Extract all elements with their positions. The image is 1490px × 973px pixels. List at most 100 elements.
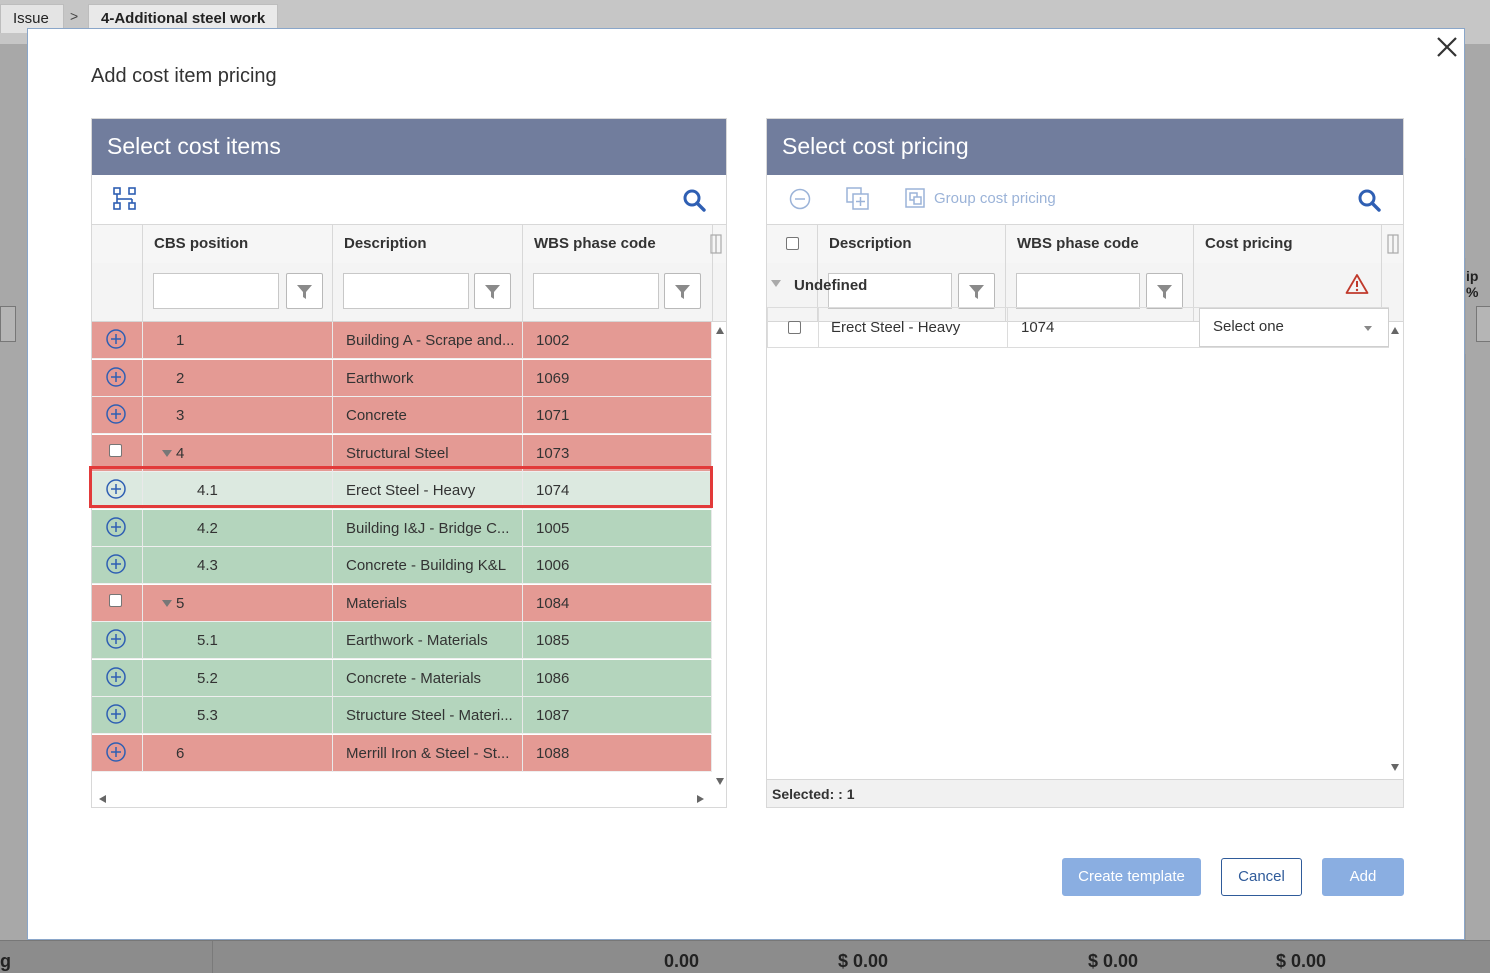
wbs-phase-code-cell: 1085 bbox=[523, 622, 712, 659]
table-row[interactable]: 2 Earthwork 1069 bbox=[92, 359, 712, 397]
wbs-phase-code-cell: 1002 bbox=[523, 322, 712, 359]
row-control-cell bbox=[92, 697, 143, 734]
expand-arrow-icon[interactable] bbox=[162, 450, 172, 458]
header-description[interactable]: Description bbox=[818, 225, 1006, 263]
row-control-cell bbox=[92, 359, 143, 397]
select-all-checkbox[interactable] bbox=[786, 237, 799, 250]
header-wbs-phase-code[interactable]: WBS phase code bbox=[523, 225, 713, 263]
add-circle-icon[interactable] bbox=[106, 741, 126, 762]
copy-add-icon[interactable] bbox=[846, 187, 870, 211]
table-row[interactable]: 5.1 Earthwork - Materials 1085 bbox=[92, 622, 712, 659]
wbs-phase-code-cell: 1005 bbox=[523, 509, 712, 547]
scroll-up-arrow[interactable] bbox=[1391, 327, 1399, 334]
selected-count-status: Selected: : 1 bbox=[767, 779, 1403, 807]
pricing-row[interactable]: Erect Steel - Heavy 1074 Select one bbox=[767, 307, 1389, 348]
warning-icon bbox=[1345, 274, 1369, 294]
header-cbs-position[interactable]: CBS position bbox=[143, 225, 333, 263]
scroll-right-arrow[interactable] bbox=[697, 795, 704, 803]
group-icon[interactable] bbox=[905, 188, 925, 208]
filter-control-cell bbox=[92, 263, 143, 321]
pricing-row-wbs: 1074 bbox=[1021, 319, 1055, 336]
expand-arrow-icon[interactable] bbox=[162, 600, 172, 608]
wbs-filter-button[interactable] bbox=[664, 273, 701, 309]
pricing-row-description: Erect Steel - Heavy bbox=[831, 319, 961, 336]
add-button[interactable]: Add bbox=[1322, 858, 1404, 896]
create-template-button[interactable]: Create template bbox=[1062, 858, 1201, 896]
close-icon[interactable] bbox=[1434, 34, 1460, 60]
filter-cbs-cell bbox=[143, 263, 333, 321]
row-control-cell bbox=[92, 622, 143, 659]
cbs-position-filter-input[interactable] bbox=[153, 273, 279, 309]
cbs-position-filter-button[interactable] bbox=[286, 273, 323, 309]
add-circle-icon[interactable] bbox=[106, 366, 126, 387]
search-icon[interactable] bbox=[1357, 188, 1381, 212]
table-row[interactable]: 4.2 Building I&J - Bridge C... 1005 bbox=[92, 509, 712, 547]
row-control-cell bbox=[92, 734, 143, 772]
wbs-filter-input[interactable] bbox=[533, 273, 659, 309]
scroll-down-arrow[interactable] bbox=[1391, 764, 1399, 771]
add-circle-icon[interactable] bbox=[106, 516, 126, 537]
row-checkbox[interactable] bbox=[109, 443, 122, 457]
header-cost-pricing[interactable]: Cost pricing bbox=[1194, 225, 1382, 263]
column-chooser-icon[interactable] bbox=[1387, 234, 1399, 254]
table-row[interactable]: 3 Concrete 1071 bbox=[92, 397, 712, 434]
table-row[interactable]: 4 Structural Steel 1073 bbox=[92, 434, 712, 472]
row-checkbox[interactable] bbox=[788, 321, 801, 334]
group-row-undefined[interactable]: Undefined bbox=[767, 263, 1389, 307]
app-left-filter-box bbox=[0, 306, 16, 342]
cbs-position-cell: 5.1 bbox=[143, 622, 333, 659]
app-right-filter-box bbox=[1476, 306, 1490, 342]
wbs-phase-code-cell: 1086 bbox=[523, 659, 712, 697]
scroll-up-arrow[interactable] bbox=[716, 327, 724, 334]
wbs-phase-code-cell: 1071 bbox=[523, 397, 712, 434]
add-circle-icon[interactable] bbox=[106, 554, 126, 574]
table-row[interactable]: 5.2 Concrete - Materials 1086 bbox=[92, 659, 712, 697]
cbs-position-text: 6 bbox=[176, 744, 185, 762]
cbs-position-cell: 5.3 bbox=[143, 697, 333, 734]
add-circle-icon[interactable] bbox=[106, 629, 126, 649]
table-row[interactable]: 4.3 Concrete - Building K&L 1006 bbox=[92, 547, 712, 584]
filter-icon bbox=[297, 285, 312, 299]
cancel-button[interactable]: Cancel bbox=[1221, 858, 1302, 896]
scroll-left-arrow[interactable] bbox=[99, 795, 106, 803]
description-cell: Earthwork bbox=[333, 359, 523, 397]
scroll-down-arrow[interactable] bbox=[716, 778, 724, 785]
cell-divider bbox=[1007, 308, 1008, 347]
row-checkbox[interactable] bbox=[109, 593, 122, 607]
row-control-cell bbox=[92, 509, 143, 547]
collapse-arrow-icon[interactable] bbox=[771, 280, 781, 287]
table-row[interactable]: 1 Building A - Scrape and... 1002 bbox=[92, 322, 712, 359]
table-row[interactable]: 4.1 Erect Steel - Heavy 1074 bbox=[92, 472, 712, 509]
app-footer-totals: g 0.00 $ 0.00 $ 0.00 $ 0.00 bbox=[0, 940, 1490, 973]
footer-divider bbox=[212, 941, 213, 973]
add-circle-icon[interactable] bbox=[106, 404, 126, 424]
select-cost-items-panel: Select cost items CBS position Descripti… bbox=[91, 118, 727, 808]
description-cell: Structural Steel bbox=[333, 434, 523, 472]
footer-total-1: 0.00 bbox=[664, 951, 700, 971]
remove-icon[interactable] bbox=[789, 188, 811, 210]
description-cell: Concrete - Building K&L bbox=[333, 547, 523, 584]
header-wbs-phase-code[interactable]: WBS phase code bbox=[1006, 225, 1194, 263]
add-circle-icon[interactable] bbox=[106, 666, 126, 687]
table-row[interactable]: 5 Materials 1084 bbox=[92, 584, 712, 622]
add-circle-icon[interactable] bbox=[106, 704, 126, 724]
cbs-position-text: 1 bbox=[176, 332, 185, 349]
header-description[interactable]: Description bbox=[333, 225, 523, 263]
tree-structure-icon[interactable] bbox=[113, 187, 137, 211]
add-circle-icon[interactable] bbox=[106, 479, 126, 499]
search-icon[interactable] bbox=[682, 188, 706, 212]
app-right-strip bbox=[1466, 44, 1490, 944]
cbs-position-cell: 4.2 bbox=[143, 509, 333, 547]
cbs-position-text: 2 bbox=[176, 369, 185, 387]
cell-divider bbox=[818, 308, 819, 347]
wbs-phase-code-cell: 1084 bbox=[523, 584, 712, 622]
description-filter-button[interactable] bbox=[474, 273, 511, 309]
footer-total-4: $ 0.00 bbox=[1276, 951, 1327, 971]
cost-pricing-select[interactable]: Select one bbox=[1199, 308, 1389, 347]
group-cost-pricing-button[interactable]: Group cost pricing bbox=[934, 190, 1056, 207]
table-row[interactable]: 5.3 Structure Steel - Materi... 1087 bbox=[92, 697, 712, 734]
description-filter-input[interactable] bbox=[343, 273, 469, 309]
table-row[interactable]: 6 Merrill Iron & Steel - St... 1088 bbox=[92, 734, 712, 772]
column-chooser-icon[interactable] bbox=[710, 234, 722, 254]
add-circle-icon[interactable] bbox=[106, 329, 126, 349]
